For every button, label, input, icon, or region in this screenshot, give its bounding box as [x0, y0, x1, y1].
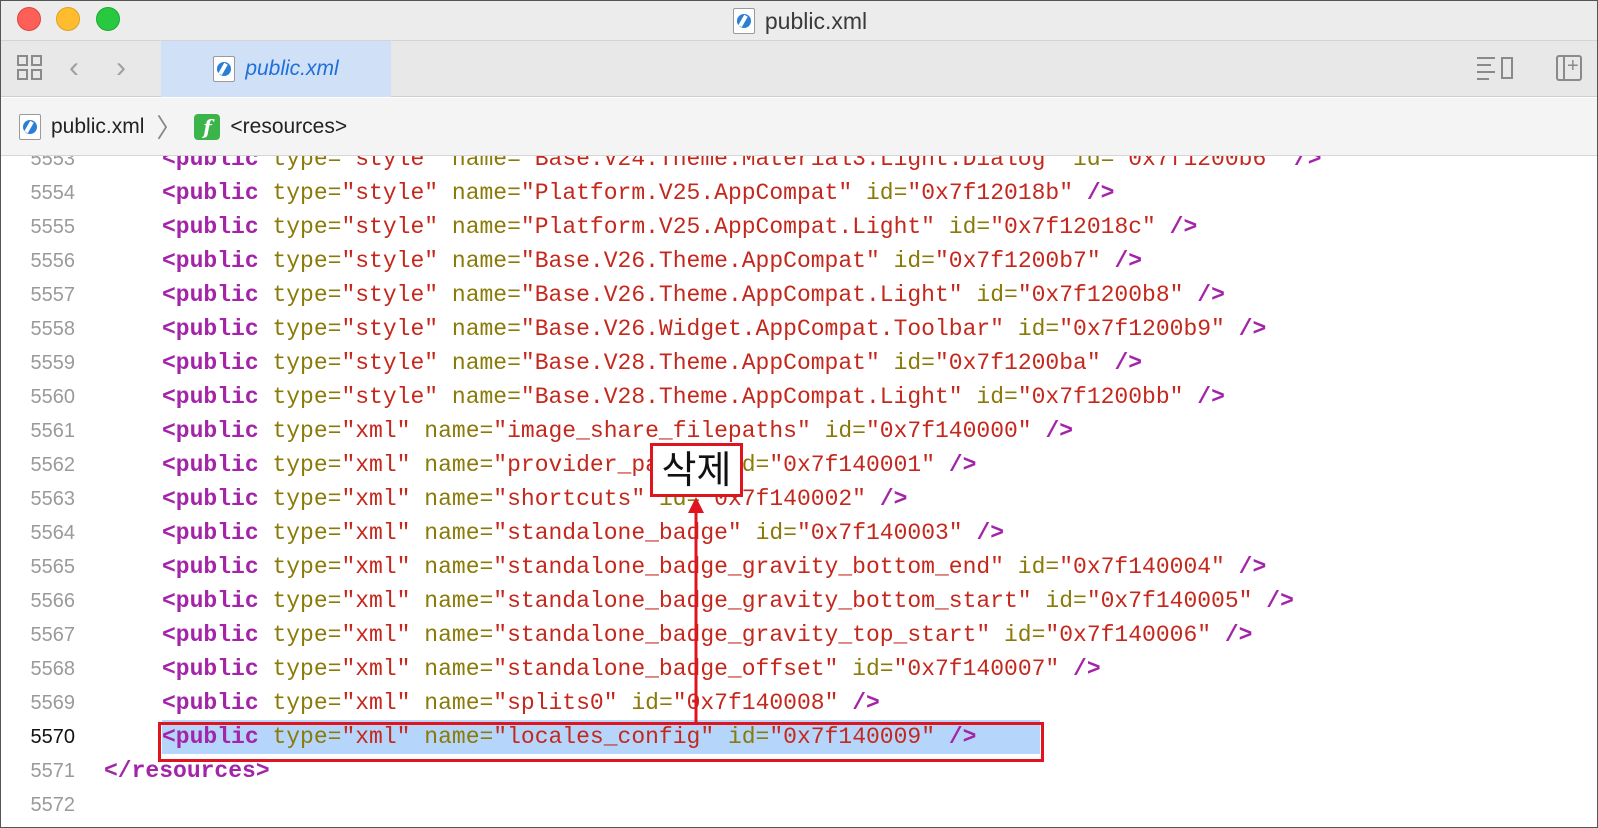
- editor-window: public.xml ‹ › public.xml public.xml 〉 f…: [0, 0, 1598, 828]
- annotation-arrow: [688, 497, 704, 722]
- annotation-label: 삭제: [650, 443, 743, 497]
